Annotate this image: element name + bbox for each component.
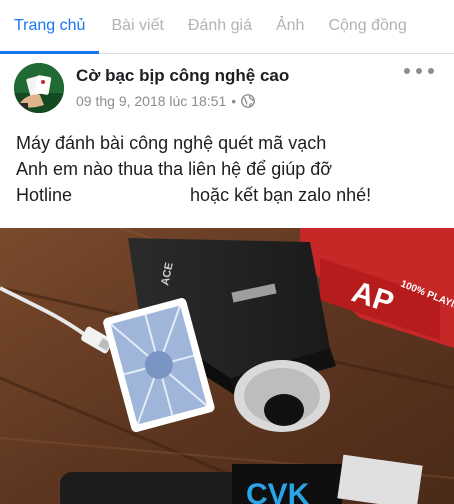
hotline-suffix: hoặc kết bạn zalo nhé! (190, 185, 372, 205)
post-author-name[interactable]: Cờ bạc bịp công nghệ cao (76, 66, 289, 86)
tab-posts[interactable]: Bài viết (99, 0, 175, 54)
avatar[interactable] (14, 63, 64, 113)
meta-separator: • (231, 93, 237, 109)
hotline-label: Hotline (16, 185, 73, 205)
post-photo-image: AP 100% PLAYING CA ACE CVK (0, 228, 454, 504)
more-dot (404, 68, 410, 74)
post-timestamp[interactable]: 09 thg 9, 2018 lúc 18:51 (76, 93, 226, 109)
cvk-logo-text: CVK (246, 478, 310, 504)
post-body-text: Máy đánh bài công nghệ quét mã vạch Anh … (16, 130, 446, 208)
page-tab-bar: Trang chủ Bài viết Đánh giá Ảnh Cộng đồn… (0, 0, 454, 54)
tab-community[interactable]: Cộng đồng (316, 0, 418, 54)
more-dot (416, 68, 422, 74)
tab-reviews[interactable]: Đánh giá (176, 0, 264, 54)
more-options-icon[interactable] (404, 64, 434, 78)
more-dot (428, 68, 434, 74)
post-header: Cờ bạc bịp công nghệ cao 09 thg 9, 2018 … (0, 56, 454, 124)
post-text-line: Hotline hoặc kết bạn zalo nhé! (16, 182, 446, 208)
globe-icon[interactable] (241, 94, 256, 108)
post-meta: 09 thg 9, 2018 lúc 18:51 • (76, 93, 256, 109)
tab-home[interactable]: Trang chủ (0, 0, 100, 54)
post-text-line: Anh em nào thua tha liên hệ để giúp đỡ (16, 159, 333, 179)
post-photo[interactable]: AP 100% PLAYING CA ACE CVK (0, 228, 454, 504)
avatar-image (14, 63, 64, 113)
post-text-line: Máy đánh bài công nghệ quét mã vạch (16, 133, 327, 153)
tab-photos[interactable]: Ảnh (264, 0, 316, 54)
